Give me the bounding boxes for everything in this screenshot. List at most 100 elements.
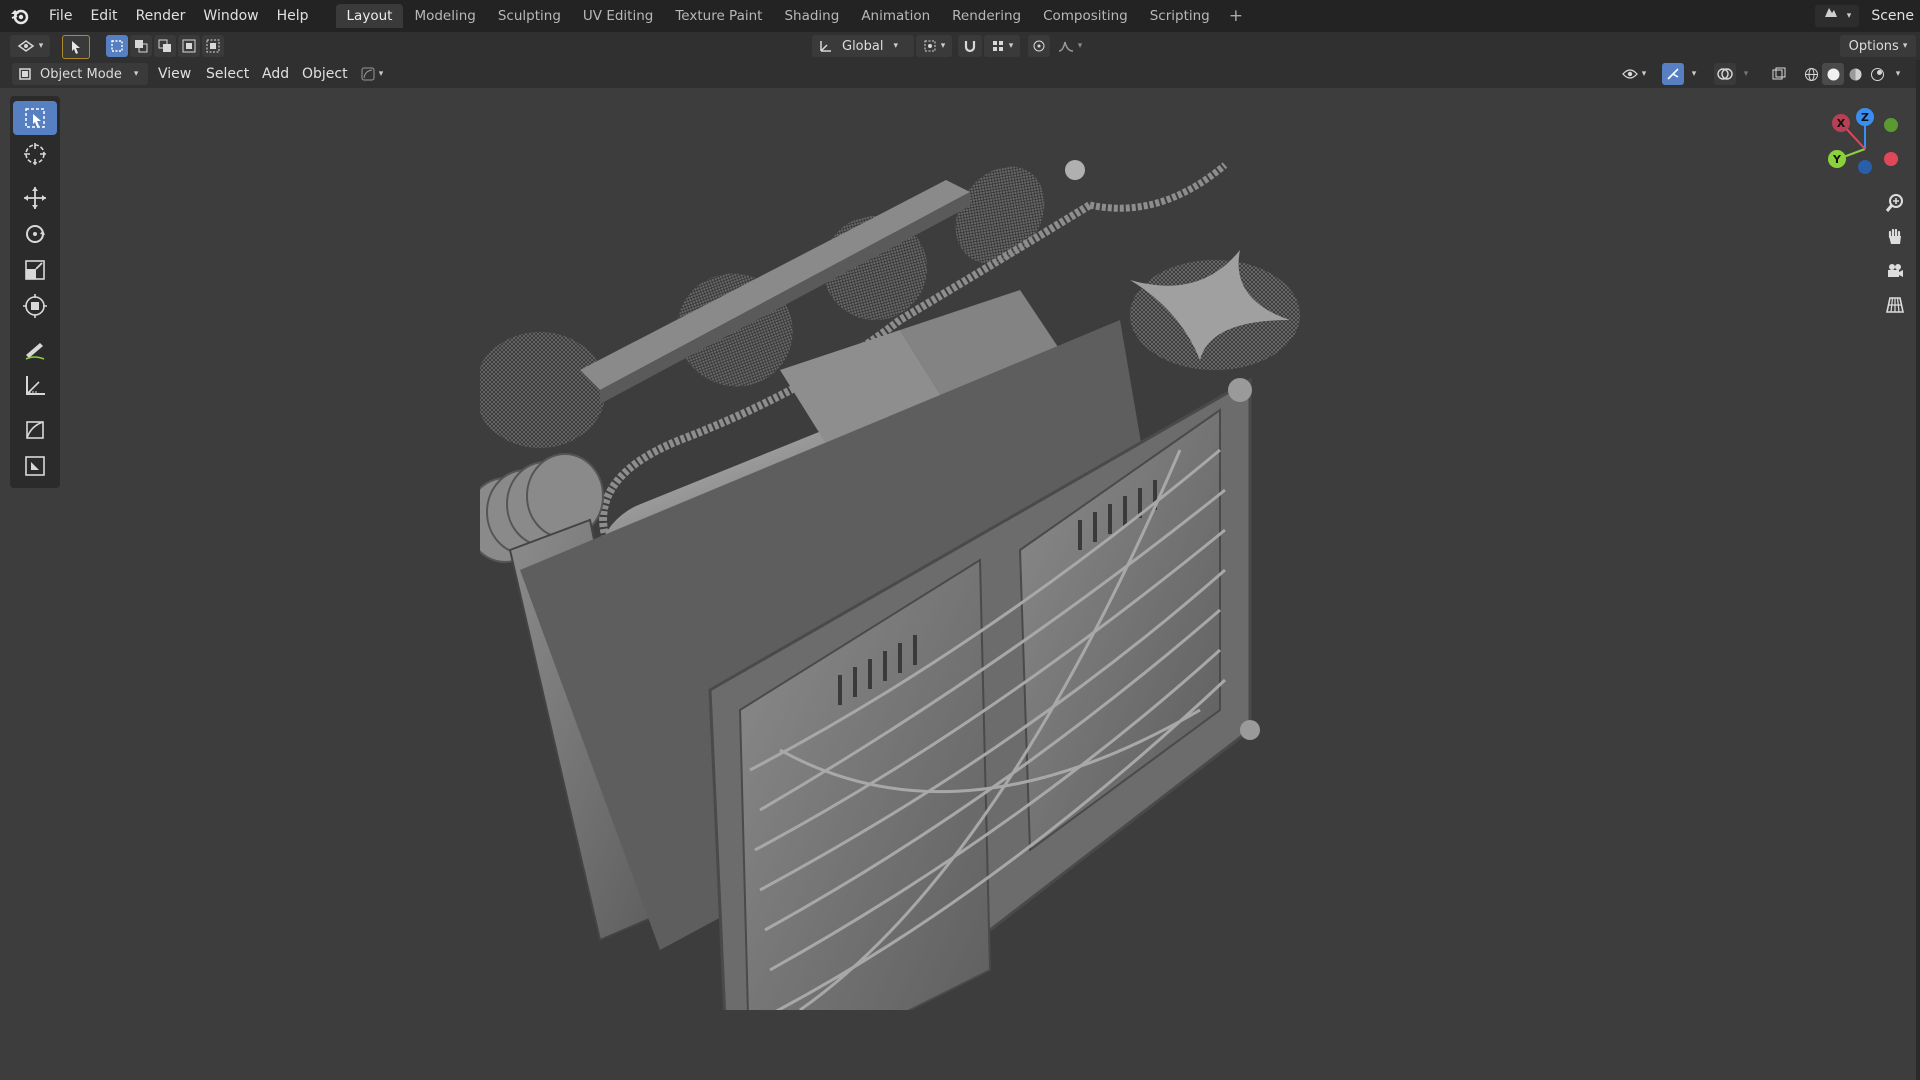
viewport-editor-icon [17, 40, 35, 52]
scene-name[interactable]: Scene [1863, 8, 1920, 24]
falloff-curve-icon [1058, 41, 1073, 52]
pan-button[interactable] [1880, 222, 1910, 252]
tool-measure[interactable] [13, 369, 57, 403]
gizmo-neg-y-axis[interactable] [1884, 118, 1898, 132]
select-mode-subtract-button[interactable] [154, 35, 176, 57]
tab-layout[interactable]: Layout [335, 4, 404, 28]
shading-wireframe-button[interactable] [1800, 63, 1822, 85]
select-mode-intersect-button[interactable] [202, 35, 224, 57]
perspective-toggle-button[interactable] [1880, 290, 1910, 320]
gizmo-toggle-button[interactable] [1662, 63, 1684, 85]
gizmo-x-axis[interactable]: X [1832, 114, 1850, 132]
zoom-button[interactable] [1880, 188, 1910, 218]
top-right-area: ▾ Scene [1814, 0, 1920, 32]
menu-render[interactable]: Render [127, 0, 195, 32]
move-icon [24, 187, 46, 209]
chevron-down-icon: ▾ [378, 69, 384, 79]
menu-window[interactable]: Window [194, 0, 267, 32]
chevron-down-icon: ▾ [1743, 69, 1749, 79]
workspace-tabs: Layout Modeling Sculpting UV Editing Tex… [335, 0, 1251, 32]
tool-add-cube[interactable] [13, 413, 57, 447]
gizmo-icon [1667, 68, 1679, 80]
select-new-icon [111, 40, 123, 52]
shading-solid-button[interactable] [1822, 63, 1844, 85]
sci-fi-engine-model[interactable] [480, 150, 1540, 1010]
curve-tool-icon [361, 67, 375, 81]
add-workspace-button[interactable]: + [1221, 6, 1251, 26]
scene-selector-button[interactable]: ▾ [1814, 5, 1860, 27]
mode-dropdown[interactable]: Object Mode ▾ [12, 63, 148, 85]
gizmo-y-axis[interactable]: Y [1828, 150, 1846, 168]
transform-orientation-dropdown[interactable]: Global ▾ [812, 35, 914, 57]
options-dropdown[interactable]: Options ▾ [1840, 35, 1916, 57]
menu-select[interactable]: Select [198, 63, 257, 85]
select-mode-new-button[interactable] [106, 35, 128, 57]
shading-material-button[interactable] [1844, 63, 1866, 85]
selectability-dropdown[interactable]: ▾ [1616, 63, 1652, 85]
tab-rendering[interactable]: Rendering [941, 4, 1032, 28]
sidebar-edge[interactable] [1916, 60, 1920, 1080]
tab-compositing[interactable]: Compositing [1032, 4, 1139, 28]
tab-texture-paint[interactable]: Texture Paint [664, 4, 773, 28]
menu-file[interactable]: File [40, 0, 81, 32]
shading-rendered-button[interactable] [1866, 63, 1888, 85]
snap-target-dropdown[interactable]: ▾ [984, 35, 1020, 57]
tab-animation[interactable]: Animation [850, 4, 941, 28]
tool-scale[interactable] [13, 253, 57, 287]
tool-annotate[interactable] [13, 333, 57, 367]
menu-object[interactable]: Object [294, 63, 356, 85]
overlays-dropdown[interactable]: ▾ [1738, 63, 1754, 85]
snap-grid-icon [992, 41, 1003, 51]
wireframe-sphere-icon [1804, 67, 1818, 81]
select-extend-icon [135, 40, 148, 53]
tab-uv-editing[interactable]: UV Editing [572, 4, 664, 28]
pivot-point-dropdown[interactable]: ▾ [916, 35, 952, 57]
mode-value: Object Mode [40, 66, 122, 82]
shading-dropdown[interactable]: ▾ [1890, 63, 1906, 85]
hand-icon [1888, 228, 1901, 244]
interaction-dropdown[interactable]: ▾ [354, 63, 390, 85]
transform-orientation-value: Global [842, 38, 884, 54]
chevron-down-icon: ▾ [1895, 69, 1901, 79]
xray-toggle-button[interactable] [1768, 63, 1790, 85]
tool-cursor[interactable] [13, 137, 57, 171]
tab-shading[interactable]: Shading [773, 4, 850, 28]
gizmo-z-axis[interactable]: Z [1856, 108, 1874, 126]
gizmo-dropdown[interactable]: ▾ [1686, 63, 1702, 85]
tool-add-plane[interactable] [13, 449, 57, 483]
select-mode-extend-button[interactable] [130, 35, 152, 57]
falloff-dropdown[interactable]: ▾ [1052, 35, 1088, 57]
chevron-down-icon: ▾ [1008, 41, 1014, 51]
annotate-icon [25, 343, 45, 360]
editor-type-button[interactable]: ▾ [10, 35, 50, 57]
proportional-editing-button[interactable] [1028, 35, 1050, 57]
overlays-toggle-button[interactable] [1714, 63, 1736, 85]
active-tool-button[interactable] [62, 35, 90, 59]
rendered-sphere-icon [1870, 67, 1884, 81]
navigation-gizmo[interactable]: Z Y X [1820, 104, 1910, 194]
tab-modeling[interactable]: Modeling [403, 4, 486, 28]
magnet-icon [964, 41, 976, 53]
camera-view-button[interactable] [1880, 256, 1910, 286]
chevron-down-icon: ▾ [38, 41, 44, 51]
select-intersect-icon [206, 39, 220, 53]
tool-transform[interactable] [13, 289, 57, 323]
select-mode-invert-button[interactable] [178, 35, 200, 57]
tool-select-box[interactable] [13, 101, 57, 135]
gizmo-neg-x-axis[interactable] [1884, 152, 1898, 166]
menu-add[interactable]: Add [254, 63, 297, 85]
menu-view[interactable]: View [150, 63, 199, 85]
menu-edit[interactable]: Edit [81, 0, 126, 32]
tool-shelf [10, 96, 60, 488]
menu-help[interactable]: Help [268, 0, 318, 32]
tab-scripting[interactable]: Scripting [1139, 4, 1221, 28]
gizmo-neg-z-axis[interactable] [1858, 160, 1872, 174]
tool-move[interactable] [13, 181, 57, 215]
camera-icon [1888, 264, 1903, 277]
blender-logo-icon[interactable] [0, 0, 40, 32]
tab-sculpting[interactable]: Sculpting [487, 4, 572, 28]
snap-toggle-button[interactable] [958, 35, 982, 57]
overlays-icon [1717, 68, 1733, 80]
scale-icon [25, 260, 45, 280]
tool-rotate[interactable] [13, 217, 57, 251]
